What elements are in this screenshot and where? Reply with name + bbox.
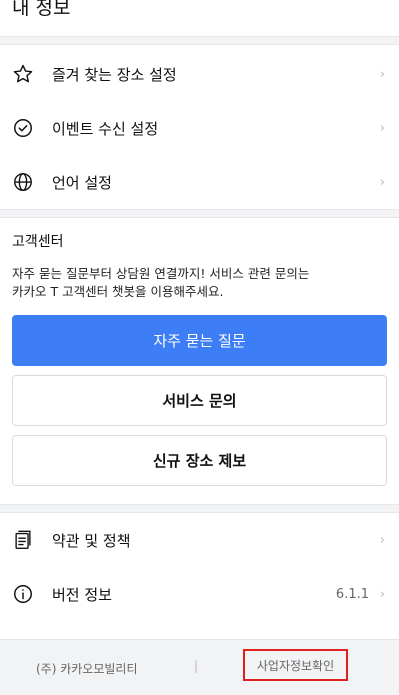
star-outline-icon (12, 63, 34, 85)
description-line-2: 카카오 T 고객센터 챗봇을 이용해주세요. (12, 284, 224, 299)
chevron-right-icon: › (379, 66, 385, 82)
document-icon (12, 529, 34, 551)
footer: (주) 카카오모빌리티 | 사업자정보확인 (0, 639, 399, 695)
chevron-right-icon: › (379, 586, 385, 602)
globe-icon (12, 171, 34, 193)
version-number: 6.1.1 (335, 586, 369, 602)
new-place-report-button[interactable]: 신규 장소 제보 (12, 435, 387, 486)
menu-item-label: 버전 정보 (52, 585, 112, 604)
business-info-link[interactable]: 사업자정보확인 (243, 649, 348, 681)
page-header: 내 정보 (0, 0, 399, 36)
info-menu: 약관 및 정책 › 버전 정보 6.1.1 › (0, 513, 399, 621)
menu-item-label: 즐겨 찾는 장소 설정 (52, 65, 177, 84)
service-inquiry-button[interactable]: 서비스 문의 (12, 375, 387, 426)
info-circle-icon (12, 583, 34, 605)
chevron-right-icon: › (379, 174, 385, 190)
check-circle-icon (12, 117, 34, 139)
description-line-1: 자주 묻는 질문부터 상담원 연결까지! 서비스 관련 문의는 (12, 266, 310, 281)
customer-center-description: 자주 묻는 질문부터 상담원 연결까지! 서비스 관련 문의는 카카오 T 고객… (12, 265, 387, 301)
customer-center-section: 고객센터 자주 묻는 질문부터 상담원 연결까지! 서비스 관련 문의는 카카오… (0, 231, 399, 504)
faq-button[interactable]: 자주 묻는 질문 (12, 315, 387, 366)
terms-policy-item[interactable]: 약관 및 정책 › (0, 513, 399, 567)
customer-center-title: 고객센터 (12, 234, 64, 250)
settings-menu: 즐겨 찾는 장소 설정 › 이벤트 수신 설정 › 언어 설정 › (0, 45, 399, 209)
section-divider (0, 504, 399, 513)
language-setting-item[interactable]: 언어 설정 › (0, 155, 399, 209)
section-divider (0, 36, 399, 45)
event-notification-setting-item[interactable]: 이벤트 수신 설정 › (0, 101, 399, 155)
version-info-item[interactable]: 버전 정보 6.1.1 › (0, 567, 399, 621)
favorite-places-setting-item[interactable]: 즐겨 찾는 장소 설정 › (0, 47, 399, 101)
menu-item-label: 언어 설정 (52, 173, 112, 192)
menu-item-label: 이벤트 수신 설정 (52, 119, 159, 138)
menu-item-label: 약관 및 정책 (52, 531, 131, 550)
chevron-right-icon: › (379, 532, 385, 548)
section-divider (0, 209, 399, 218)
chevron-right-icon: › (379, 120, 385, 136)
company-name: (주) 카카오모빌리티 (36, 662, 138, 676)
page-title: 내 정보 (12, 0, 71, 19)
footer-separator: | (194, 659, 199, 673)
